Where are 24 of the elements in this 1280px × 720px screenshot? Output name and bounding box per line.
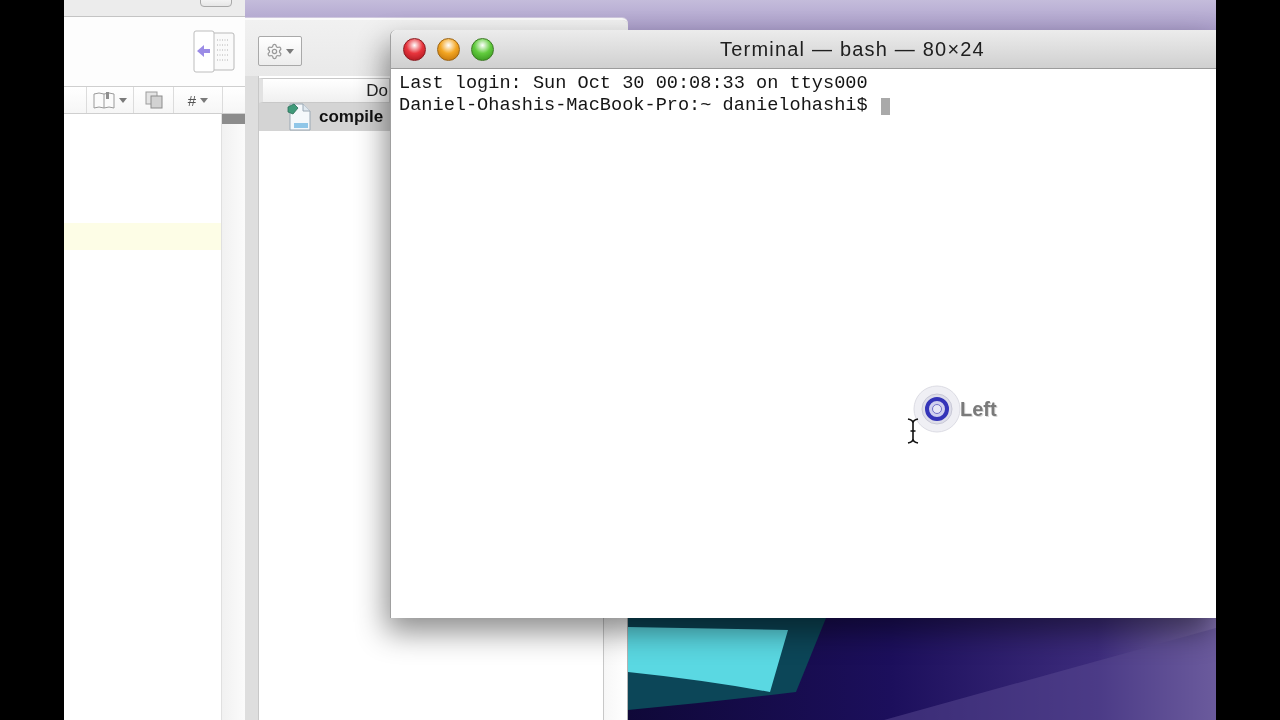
terminal-line: Last login: Sun Oct 30 00:08:33 on ttys000 <box>399 73 868 95</box>
zoom-button[interactable] <box>471 37 494 61</box>
column-header[interactable]: Do <box>259 78 390 103</box>
window-title: Terminal — bash — 80×24 <box>720 37 985 61</box>
caret-icon <box>286 48 294 54</box>
caret-icon <box>119 97 127 103</box>
panel-arrow-icon[interactable] <box>193 30 235 73</box>
minimize-button[interactable] <box>437 37 460 61</box>
scroll-thumb[interactable] <box>222 114 245 124</box>
file-row[interactable]: compile <box>259 103 390 131</box>
action-menu-button[interactable] <box>258 36 302 66</box>
i-beam-cursor-icon <box>907 418 919 444</box>
click-label: Left <box>960 398 997 421</box>
document-icon <box>287 103 311 131</box>
file-name: compile <box>319 107 384 127</box>
stacked-pages-icon <box>144 91 163 109</box>
settings-icon <box>266 42 283 60</box>
book-icon <box>93 91 115 109</box>
close-button[interactable] <box>403 37 426 61</box>
block-cursor-icon <box>880 97 890 115</box>
hash-menu-button[interactable]: # <box>174 87 223 113</box>
caret-icon <box>200 97 209 103</box>
terminal-line: Daniel-Ohashis-MacBook-Pro:~ danielohashi$ <box>399 95 868 117</box>
click-ring-icon <box>913 385 961 433</box>
